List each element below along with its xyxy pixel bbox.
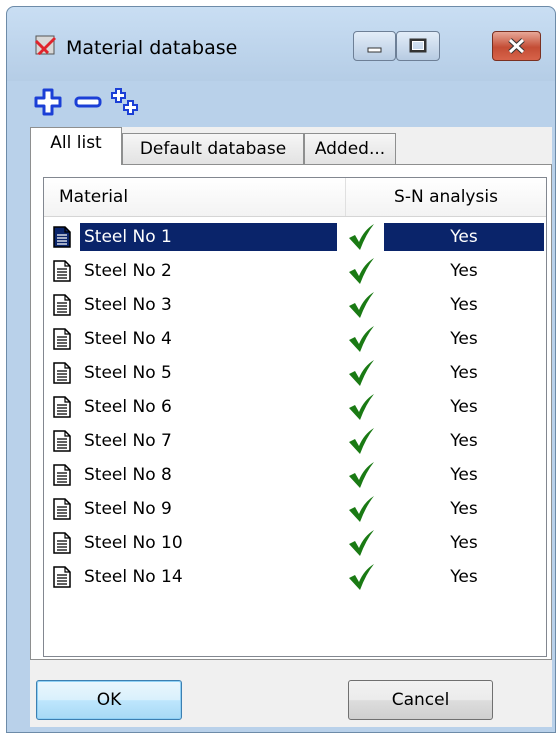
material-name: Steel No 6: [84, 397, 172, 417]
document-icon: [53, 226, 71, 248]
toolbar: [7, 81, 555, 125]
checkmark-icon: [349, 224, 374, 250]
table-row[interactable]: Steel No 1 Yes: [44, 220, 546, 254]
checkmark-icon: [349, 326, 374, 352]
sn-analysis-value: Yes: [450, 261, 478, 281]
column-header-sn-analysis[interactable]: S-N analysis: [346, 178, 546, 216]
document-icon: [53, 362, 71, 384]
add-icon[interactable]: [33, 87, 63, 117]
sn-analysis-value: Yes: [450, 465, 478, 485]
remove-icon[interactable]: [73, 87, 103, 117]
table-row[interactable]: Steel No 6 Yes: [44, 390, 546, 424]
checkmark-icon: [349, 292, 374, 318]
tab-added[interactable]: Added...: [304, 133, 396, 165]
window-title: Material database: [66, 37, 238, 59]
minimize-icon: [367, 47, 382, 53]
table-row[interactable]: Steel No 5 Yes: [44, 356, 546, 390]
maximize-button[interactable]: [396, 31, 440, 61]
material-name: Steel No 14: [84, 567, 183, 587]
document-icon: [53, 430, 71, 452]
material-name: Steel No 4: [84, 329, 172, 349]
close-button[interactable]: [492, 31, 541, 61]
material-database-window: Material database All list Default datab…: [6, 6, 556, 733]
sn-analysis-value: Yes: [450, 295, 478, 315]
table-row[interactable]: Steel No 4 Yes: [44, 322, 546, 356]
app-icon: [34, 35, 56, 55]
table-row[interactable]: Steel No 8 Yes: [44, 458, 546, 492]
document-icon: [53, 396, 71, 418]
table-row[interactable]: Steel No 7 Yes: [44, 424, 546, 458]
dialog-body: All list Default database Added... Mater…: [30, 127, 552, 727]
checkmark-icon: [349, 428, 374, 454]
material-name: Steel No 10: [84, 533, 183, 553]
sn-analysis-value: Yes: [384, 223, 544, 251]
sn-analysis-value: Yes: [450, 533, 478, 553]
material-name: Steel No 2: [84, 261, 172, 281]
tab-default-database[interactable]: Default database: [122, 133, 304, 165]
sn-analysis-value: Yes: [450, 567, 478, 587]
document-icon: [53, 328, 71, 350]
sn-analysis-value: Yes: [450, 499, 478, 519]
checkmark-icon: [349, 564, 374, 590]
close-icon: [508, 38, 525, 54]
table-row[interactable]: Steel No 2 Yes: [44, 254, 546, 288]
document-icon: [53, 498, 71, 520]
column-header-material[interactable]: Material: [59, 178, 128, 216]
minimize-button[interactable]: [353, 31, 396, 61]
tab-label: All list: [50, 133, 102, 153]
checkmark-icon: [349, 394, 374, 420]
material-name: Steel No 1: [80, 223, 337, 251]
checkmark-icon: [349, 360, 374, 386]
sn-analysis-value: Yes: [450, 397, 478, 417]
material-name: Steel No 3: [84, 295, 172, 315]
material-name: Steel No 7: [84, 431, 172, 451]
checkmark-icon: [349, 258, 374, 284]
table-row[interactable]: Steel No 3 Yes: [44, 288, 546, 322]
title-bar[interactable]: Material database: [7, 7, 555, 81]
checkmark-icon: [349, 496, 374, 522]
table-row[interactable]: Steel No 14 Yes: [44, 560, 546, 594]
sn-analysis-value: Yes: [450, 431, 478, 451]
tab-all-list[interactable]: All list: [30, 127, 122, 165]
checkmark-icon: [349, 462, 374, 488]
table-row[interactable]: Steel No 10 Yes: [44, 526, 546, 560]
material-list[interactable]: Material S-N analysis Steel No 1 Yes Steel…: [43, 177, 547, 657]
document-icon: [53, 260, 71, 282]
checkmark-icon: [349, 530, 374, 556]
document-icon: [53, 294, 71, 316]
material-name: Steel No 8: [84, 465, 172, 485]
material-name: Steel No 9: [84, 499, 172, 519]
sn-analysis-value: Yes: [450, 363, 478, 383]
tab-panel: Material S-N analysis Steel No 1 Yes Steel…: [30, 164, 552, 660]
add-multiple-icon[interactable]: [111, 87, 141, 117]
document-icon: [53, 566, 71, 588]
ok-button[interactable]: OK: [36, 680, 182, 720]
table-row[interactable]: Steel No 9 Yes: [44, 492, 546, 526]
document-icon: [53, 532, 71, 554]
tab-label: Added...: [314, 139, 386, 159]
sn-analysis-value: Yes: [450, 329, 478, 349]
tab-label: Default database: [139, 139, 287, 159]
maximize-icon: [409, 38, 427, 53]
list-header: Material S-N analysis: [44, 178, 546, 217]
cancel-button[interactable]: Cancel: [348, 680, 493, 720]
material-name: Steel No 5: [84, 363, 172, 383]
document-icon: [53, 464, 71, 486]
